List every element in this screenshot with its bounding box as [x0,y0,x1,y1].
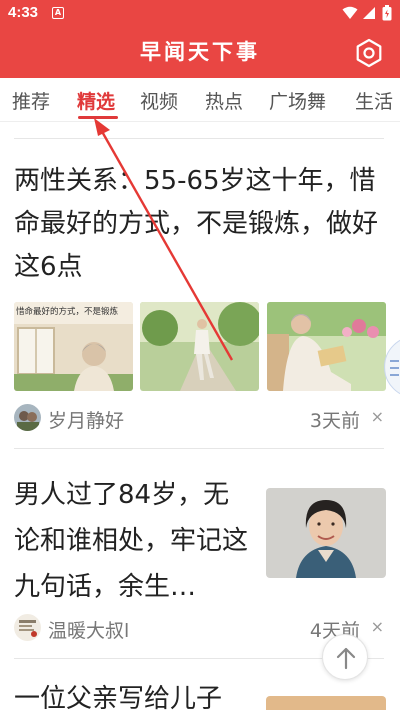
signal-icon [363,7,375,19]
wifi-icon [342,6,358,19]
author-name[interactable]: 岁月静好 [48,406,124,433]
tab-life[interactable]: 生活 [355,87,393,114]
author-name[interactable]: 温暖大叔l [48,616,129,643]
dismiss-icon[interactable]: × [371,407,384,426]
arrow-up-icon [336,647,356,670]
dismiss-icon[interactable]: × [371,617,384,636]
tab-hot[interactable]: 热点 [205,87,243,114]
thumbnail-1[interactable]: 惜命最好的方式，不是锻炼 [14,302,133,391]
publish-time: 3天前 [309,410,360,432]
status-bar: 4:33 A [0,0,400,28]
tab-video[interactable]: 视频 [140,87,178,114]
article-image[interactable] [266,488,386,578]
active-tab-indicator [78,116,118,119]
thumbnail-2[interactable] [140,302,259,391]
category-tabs: 推荐 精选 视频 热点 广场舞 生活 [0,78,400,122]
notification-icon: A [52,7,64,19]
divider [14,448,384,449]
article-title[interactable]: 男人过了84岁，无论和谁相处，牢记这九句话，余生… [14,472,252,610]
thumbnail-caption: 惜命最好的方式，不是锻炼 [16,307,119,317]
article-thumbnails[interactable]: 惜命最好的方式，不是锻炼 [14,302,386,391]
divider [14,138,384,139]
thumbnail-3[interactable] [267,302,386,391]
article-image[interactable] [266,696,386,710]
app-header: 4:33 A 早闻天下事 [0,0,400,78]
tab-recommend[interactable]: 推荐 [12,87,50,114]
app-title: 早闻天下事 [140,39,260,64]
settings-hexagon-icon[interactable] [354,38,384,68]
tab-square-dance[interactable]: 广场舞 [269,87,326,114]
article-title[interactable]: 一位父亲写给儿子 [14,676,254,710]
article-meta: 岁月静好 3天前 × [14,402,386,432]
status-time: 4:33 [8,4,39,21]
floating-side-handle[interactable] [384,336,400,398]
back-to-top-button[interactable] [322,634,368,680]
tab-featured[interactable]: 精选 [77,87,115,114]
author-avatar[interactable] [14,404,41,431]
author-avatar[interactable] [14,614,41,641]
article-title[interactable]: 两性关系：55-65岁这十年，惜命最好的方式，不是锻炼，做好这6点 [14,160,384,289]
menu-lines-icon [390,360,399,376]
battery-icon [382,5,392,21]
